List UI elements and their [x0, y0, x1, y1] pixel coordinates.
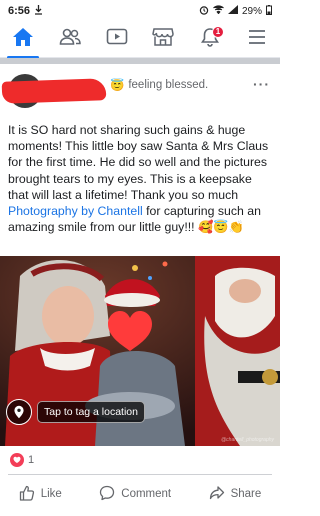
- like-label: Like: [40, 488, 62, 500]
- comment-icon: [99, 485, 115, 504]
- love-reaction-icon: [10, 453, 24, 467]
- friends-icon: [59, 28, 81, 51]
- share-button[interactable]: Share: [209, 485, 262, 504]
- post-photo[interactable]: Tap to tag a location @chantell_photogra…: [0, 256, 280, 446]
- tab-notifications[interactable]: 1: [192, 24, 228, 56]
- thumbs-up-icon: [19, 485, 35, 504]
- comment-button[interactable]: Comment: [99, 485, 171, 504]
- post-header: 😇 feeling blessed. ···: [0, 64, 280, 110]
- photo-watermark: @chantell_photography: [221, 437, 274, 443]
- tab-home[interactable]: [5, 24, 41, 59]
- tag-location-chip[interactable]: Tap to tag a location: [6, 399, 145, 425]
- alarm-icon: [199, 5, 209, 18]
- share-label: Share: [230, 488, 262, 500]
- reaction-count: 1: [28, 454, 35, 466]
- photographer-link[interactable]: Photography by Chantell: [8, 204, 143, 218]
- tab-marketplace[interactable]: [145, 24, 181, 56]
- battery-icon: [266, 4, 272, 18]
- menu-icon: [248, 29, 266, 50]
- share-icon: [209, 485, 225, 504]
- tab-friends[interactable]: [52, 24, 88, 56]
- action-divider: [8, 474, 272, 475]
- tab-watch[interactable]: [99, 24, 135, 56]
- comment-label: Comment: [121, 488, 172, 500]
- tab-menu[interactable]: [239, 24, 275, 56]
- feeling-status: 😇 feeling blessed.: [110, 78, 208, 92]
- notification-badge: 1: [211, 25, 224, 38]
- wifi-icon: [213, 5, 224, 17]
- feeling-text: feeling blessed.: [128, 79, 209, 91]
- signal-icon: [227, 5, 238, 17]
- status-bar: 6:56 29%: [0, 0, 280, 22]
- more-options-button[interactable]: ···: [253, 76, 270, 92]
- post-actions: Like Comment Share: [0, 476, 280, 512]
- redacted-author-name: [1, 78, 107, 104]
- like-button[interactable]: Like: [19, 485, 62, 504]
- location-pin-icon: [6, 399, 32, 425]
- post-text-part-1: It is SO hard not sharing such gains & h…: [8, 123, 269, 202]
- angel-emoji-icon: 😇: [110, 80, 125, 92]
- reaction-summary[interactable]: 1: [10, 453, 34, 467]
- status-time: 6:56: [8, 5, 31, 17]
- tag-location-label: Tap to tag a location: [37, 401, 145, 423]
- download-icon: [34, 4, 43, 18]
- watch-icon: [106, 28, 128, 51]
- battery-level: 29%: [241, 5, 262, 17]
- post-body: It is SO hard not sharing such gains & h…: [8, 122, 274, 235]
- top-navigation: 1: [0, 22, 280, 59]
- marketplace-icon: [152, 27, 175, 52]
- home-icon: [12, 27, 34, 52]
